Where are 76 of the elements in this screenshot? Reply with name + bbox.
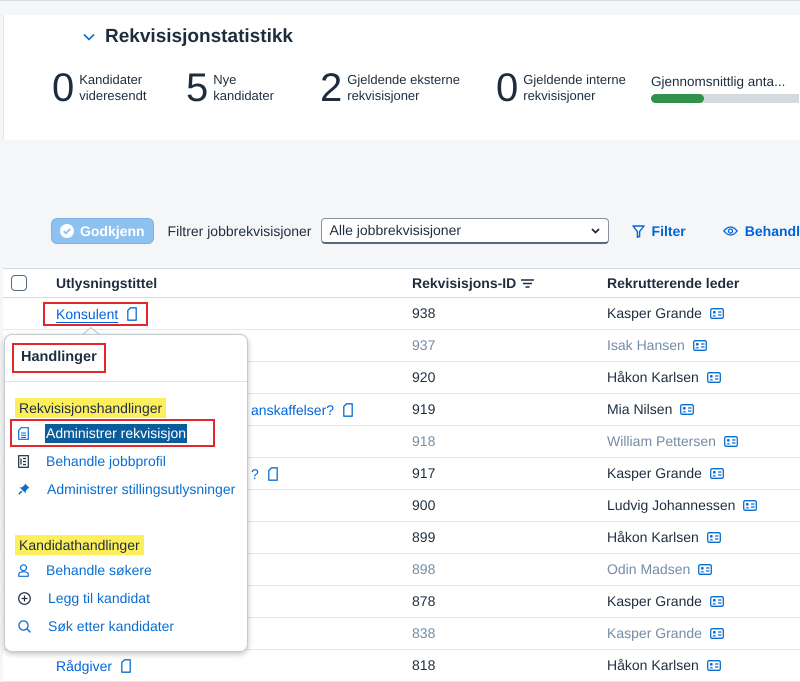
document-icon[interactable]	[343, 402, 354, 416]
title-link[interactable]: Rådgiver	[56, 656, 112, 674]
popover-title: Handlinger	[12, 343, 106, 373]
eye-icon	[722, 226, 738, 236]
recruiter-name: William Pettersen	[607, 432, 716, 451]
requisition-id: 938	[412, 304, 436, 323]
stat-label: Gjennomsnittlig anta...	[651, 74, 786, 90]
requisition-id: 937	[412, 336, 436, 355]
recruiter-name: Isak Hansen	[607, 336, 685, 355]
stat-value: 0	[52, 68, 74, 108]
recruiter-name: Kasper Grande	[607, 592, 702, 611]
contact-card-icon[interactable]	[680, 404, 694, 415]
section-title: Rekvisisjonstatistikk	[105, 24, 293, 49]
filter-button[interactable]: Filter	[632, 220, 686, 242]
requisition-id: 818	[412, 656, 436, 675]
document-icon[interactable]	[127, 306, 138, 320]
stat-label: Kandidater videresendt	[79, 72, 148, 104]
recruiter-name: Kasper Grande	[607, 624, 702, 643]
column-header[interactable]: Utlysningstittel	[56, 272, 158, 294]
person-icon	[18, 564, 29, 576]
contact-card-icon[interactable]	[710, 468, 724, 479]
requisition-id: 917	[412, 464, 436, 483]
title-link[interactable]: ?	[251, 464, 259, 482]
check-circle-icon	[60, 224, 74, 238]
requisition-id: 838	[412, 624, 436, 643]
recruiter-name: Håkon Karlsen	[607, 656, 699, 675]
requisition-id: 898	[412, 560, 436, 579]
funnel-icon	[632, 224, 645, 238]
search-icon	[18, 620, 31, 632]
stat-label: Gjeldende interne rekvisisjoner	[523, 72, 627, 104]
recruiter-name: Kasper Grande	[607, 304, 702, 323]
stat-value: 0	[496, 68, 518, 108]
recruiter-name: Ludvig Johannessen	[607, 496, 736, 515]
recruiter-name: Håkon Karlsen	[607, 368, 699, 387]
stat-value: 5	[186, 68, 208, 108]
stat-label: Gjeldende eksterne rekvisisjoner	[347, 72, 461, 104]
form-icon	[18, 454, 29, 468]
table-row[interactable]: Konsulent 938 Kasper Grande	[3, 298, 800, 330]
contact-card-icon[interactable]	[743, 500, 758, 511]
contact-card-icon[interactable]	[710, 308, 724, 319]
caret-down-icon	[590, 228, 600, 234]
requisition-id: 918	[412, 432, 436, 451]
contact-card-icon[interactable]	[706, 660, 721, 671]
column-header[interactable]: Rekrutterende leder	[607, 272, 740, 294]
document-lines-icon	[18, 426, 29, 440]
group-heading: Kandidathandlinger	[15, 535, 144, 555]
stat-label: Nye kandidater	[213, 72, 275, 104]
menu-item[interactable]: Behandle søkere	[10, 556, 181, 584]
filter-select[interactable]: Alle jobbrekvisisjoner	[320, 218, 609, 244]
contact-card-icon[interactable]	[706, 372, 721, 383]
recruiter-name: Håkon Karlsen	[607, 528, 699, 547]
recruiter-name: Odin Madsen	[607, 560, 690, 579]
stat-value: 2	[320, 68, 342, 108]
recruiter-name: Mia Nilsen	[607, 400, 672, 419]
plus-circle-icon	[18, 592, 31, 604]
pin-icon	[18, 483, 30, 495]
requisition-id: 920	[412, 368, 436, 387]
column-header[interactable]: Rekvisisjons-ID	[412, 272, 516, 294]
menu-item[interactable]: Administrer rekvisisjon	[10, 419, 216, 447]
recruiter-name: Kasper Grande	[607, 464, 702, 483]
document-icon[interactable]	[121, 658, 132, 672]
document-icon[interactable]	[268, 466, 278, 480]
title-link[interactable]: anskaffelser?	[251, 400, 334, 418]
requisition-id: 878	[412, 592, 436, 611]
group-heading: Rekvisisjonshandlinger	[15, 398, 166, 418]
requisition-id: 919	[412, 400, 436, 419]
contact-card-icon[interactable]	[706, 532, 721, 543]
chevron-down-icon[interactable]	[83, 33, 95, 41]
select-all-checkbox[interactable]	[11, 275, 27, 291]
requisition-id: 899	[412, 528, 436, 547]
contact-card-icon[interactable]	[710, 596, 724, 607]
menu-item[interactable]: Legg til kandidat	[10, 584, 179, 612]
requisition-id: 900	[412, 496, 436, 515]
view-button[interactable]: Behandl	[722, 220, 800, 242]
title-link[interactable]: Konsulent	[56, 304, 118, 322]
filter-label: Filtrer jobbrekvisisjoner	[168, 222, 310, 241]
